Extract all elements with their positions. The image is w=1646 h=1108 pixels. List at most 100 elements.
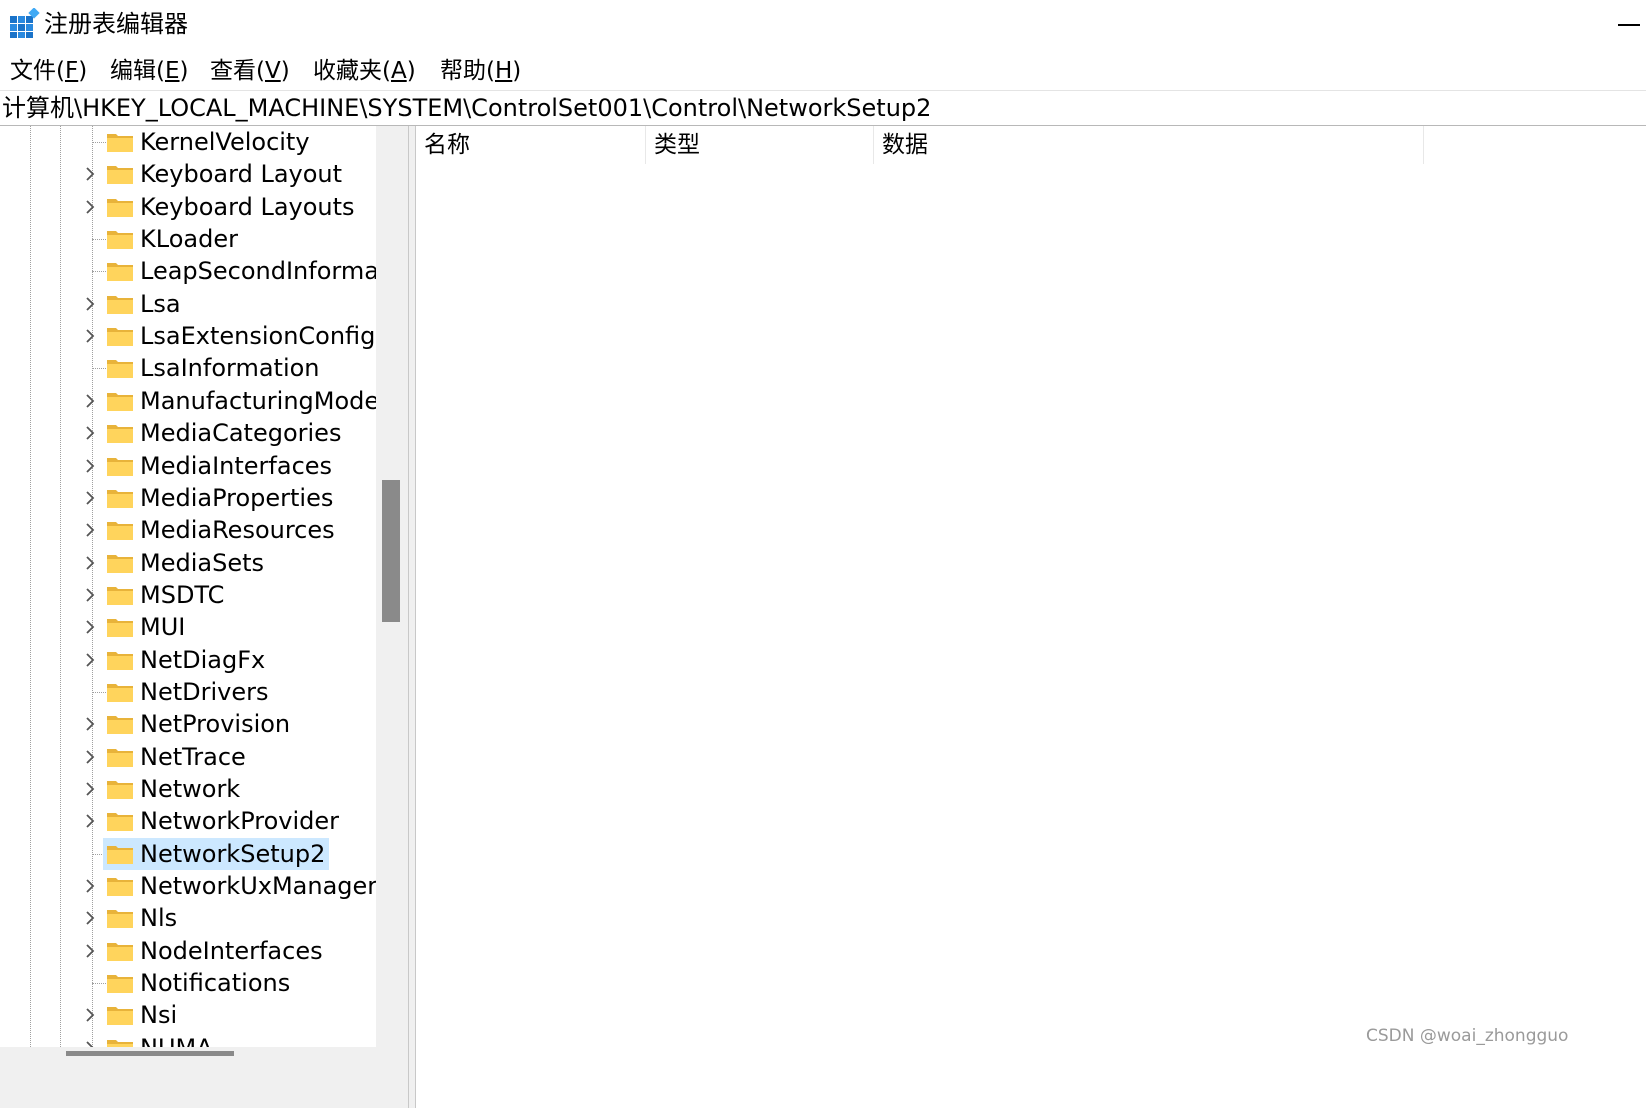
minimize-button[interactable] [1612, 6, 1646, 42]
tree-node[interactable]: Keyboard Layout [0, 158, 376, 190]
menu-file[interactable]: 文件(F) [10, 54, 87, 88]
tree-node[interactable]: NodeInterfaces [0, 935, 376, 967]
chevron-right-icon[interactable] [82, 587, 98, 603]
menu-favorites[interactable]: 收藏夹(A) [313, 54, 416, 88]
chevron-right-icon[interactable] [82, 393, 98, 409]
tree-node-label[interactable]: LeapSecondInformation [103, 255, 376, 287]
tree-node[interactable]: Keyboard Layouts [0, 191, 376, 223]
folder-icon [107, 425, 133, 444]
chevron-right-icon[interactable] [82, 619, 98, 635]
tree-node[interactable]: MediaResources [0, 514, 376, 546]
tree-node[interactable]: NUMA [0, 1032, 376, 1047]
chevron-right-icon[interactable] [82, 555, 98, 571]
tree-node[interactable]: Lsa [0, 288, 376, 320]
chevron-right-icon[interactable] [82, 296, 98, 312]
tree-node[interactable]: MediaSets [0, 547, 376, 579]
tree-node-label[interactable]: LsaExtensionConfig [103, 320, 376, 352]
tree-node-label[interactable]: MediaResources [103, 514, 339, 546]
chevron-right-icon[interactable] [82, 652, 98, 668]
tree-node[interactable]: MediaCategories [0, 417, 376, 449]
tree-node[interactable]: Notifications [0, 967, 376, 999]
tree-vertical-scrollbar[interactable] [376, 126, 408, 1047]
tree-node-label[interactable]: NetworkUxManager [103, 870, 376, 902]
tree-horizontal-scrollbar[interactable] [0, 1047, 408, 1108]
folder-icon [107, 716, 133, 735]
tree-node-label[interactable]: NodeInterfaces [103, 935, 327, 967]
chevron-right-icon[interactable] [82, 781, 98, 797]
folder-icon [107, 263, 133, 282]
chevron-right-icon[interactable] [82, 328, 98, 344]
address-path[interactable]: 计算机\HKEY_LOCAL_MACHINE\SYSTEM\ControlSet… [2, 92, 931, 124]
title-bar: 注册表编辑器 [0, 0, 1646, 50]
chevron-right-icon[interactable] [82, 878, 98, 894]
folder-icon [107, 392, 133, 411]
tree-node[interactable]: MUI [0, 611, 376, 643]
tree-node[interactable]: MediaInterfaces [0, 450, 376, 482]
folder-icon [107, 295, 133, 314]
tree-node-label[interactable]: LsaInformation [103, 352, 324, 384]
folder-icon [107, 554, 133, 573]
chevron-right-icon[interactable] [82, 1040, 98, 1047]
tree-node-label[interactable]: MediaProperties [103, 482, 337, 514]
column-header-name[interactable]: 名称 [416, 126, 646, 164]
menu-help[interactable]: 帮助(H) [440, 54, 521, 88]
tree-node[interactable]: NetworkSetup2 [0, 837, 376, 870]
tree-node-label[interactable]: ManufacturingMode [103, 385, 376, 417]
tree-node-label[interactable]: MediaCategories [103, 417, 345, 449]
folder-icon [107, 651, 133, 670]
chevron-right-icon[interactable] [82, 943, 98, 959]
tree-node[interactable]: NetDiagFx [0, 644, 376, 676]
chevron-right-icon[interactable] [82, 749, 98, 765]
tree-node-label[interactable]: NetworkProvider [103, 805, 343, 837]
tree-node-label[interactable]: KernelVelocity [103, 126, 314, 158]
chevron-right-icon[interactable] [82, 458, 98, 474]
chevron-right-icon[interactable] [82, 199, 98, 215]
folder-icon [107, 586, 133, 605]
address-bar[interactable]: 计算机\HKEY_LOCAL_MACHINE\SYSTEM\ControlSet… [0, 90, 1646, 126]
tree-node[interactable]: NetProvision [0, 708, 376, 740]
tree-node[interactable]: Nls [0, 902, 376, 934]
column-header-type[interactable]: 类型 [646, 126, 874, 164]
tree-node[interactable]: Network [0, 773, 376, 805]
folder-icon [107, 198, 133, 217]
tree-node[interactable]: ManufacturingMode [0, 385, 376, 417]
folder-icon [107, 910, 133, 929]
tree-vertical-scroll-thumb[interactable] [382, 480, 400, 622]
chevron-right-icon[interactable] [82, 490, 98, 506]
tree-node[interactable]: KLoader [0, 223, 376, 255]
tree-node[interactable]: NetworkProvider [0, 805, 376, 837]
tree-node[interactable]: KernelVelocity [0, 126, 376, 158]
chevron-right-icon[interactable] [82, 716, 98, 732]
folder-icon [107, 231, 133, 250]
tree-node[interactable]: MediaProperties [0, 482, 376, 514]
chevron-right-icon[interactable] [82, 522, 98, 538]
chevron-right-icon[interactable] [82, 813, 98, 829]
tree-node[interactable]: LeapSecondInformation [0, 255, 376, 287]
tree-node[interactable]: LsaExtensionConfig [0, 320, 376, 352]
values-list[interactable]: 名称 类型 数据 CSDN @woai_zhongguo [416, 126, 1646, 1108]
tree-node[interactable]: NetDrivers [0, 676, 376, 708]
tree-node[interactable]: LsaInformation [0, 352, 376, 384]
registry-key-tree[interactable]: KernelVelocity Keyboard Layout Keyboard La… [0, 126, 376, 1047]
tree-node[interactable]: NetworkUxManager [0, 870, 376, 902]
tree-horizontal-scroll-thumb[interactable] [66, 1051, 234, 1056]
chevron-right-icon[interactable] [82, 1007, 98, 1023]
tree-node-label[interactable]: Keyboard Layouts [103, 191, 359, 223]
folder-icon [107, 813, 133, 832]
tree-node[interactable]: MSDTC [0, 579, 376, 611]
tree-node-label[interactable]: Keyboard Layout [103, 158, 346, 190]
tree-node-label[interactable]: MediaInterfaces [103, 450, 336, 482]
menu-edit[interactable]: 编辑(E) [110, 54, 189, 88]
menu-view[interactable]: 查看(V) [210, 54, 290, 88]
tree-node[interactable]: NetTrace [0, 741, 376, 773]
chevron-right-icon[interactable] [82, 425, 98, 441]
pane-splitter[interactable] [408, 126, 416, 1108]
tree-node-label-selected[interactable]: NetworkSetup2 [103, 837, 330, 870]
chevron-right-icon[interactable] [82, 166, 98, 182]
folder-icon [107, 683, 133, 702]
folder-icon [107, 522, 133, 541]
folder-icon [107, 134, 133, 152]
column-header-data[interactable]: 数据 [874, 126, 1424, 164]
tree-node[interactable]: Nsi [0, 999, 376, 1031]
chevron-right-icon[interactable] [82, 910, 98, 926]
